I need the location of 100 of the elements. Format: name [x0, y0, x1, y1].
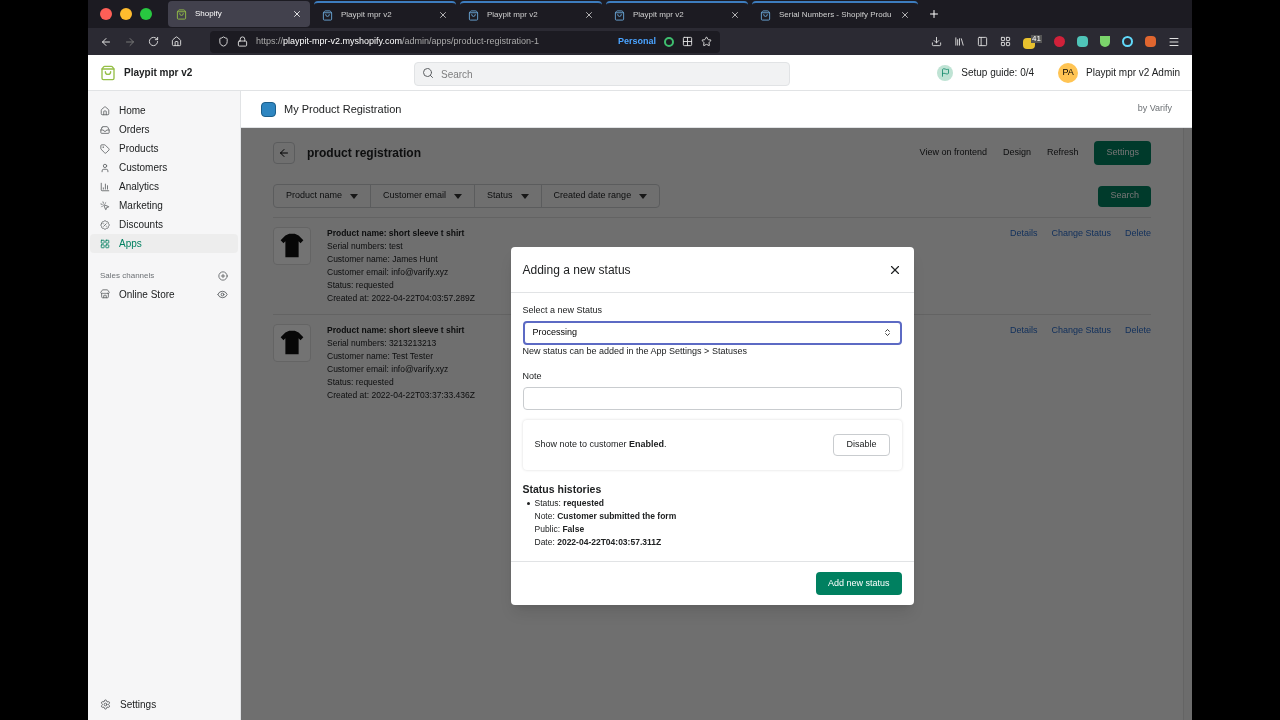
filter-dropdown[interactable]: Customer email: [371, 185, 476, 207]
select-arrows-icon: [882, 328, 892, 337]
action-link[interactable]: Design: [1002, 146, 1031, 160]
section-heading: Status histories: [522, 481, 603, 497]
action-link[interactable]: Refresh: [1046, 146, 1079, 160]
nav-item[interactable]: Orders: [90, 120, 238, 139]
shopify-bag-icon: [176, 8, 187, 20]
download-icon[interactable]: [931, 36, 943, 47]
filter-dropdown[interactable]: Status: [475, 185, 542, 207]
registration-detail: Customer name: James Hunt: [327, 253, 439, 266]
close-icon[interactable]: [292, 9, 302, 19]
caret-icon: [350, 193, 359, 199]
close-icon[interactable]: [438, 10, 448, 20]
bookmark-star-icon[interactable]: [701, 36, 712, 47]
avatar[interactable]: PA: [1058, 62, 1079, 83]
menu-icon[interactable]: [1168, 35, 1180, 48]
filter-dropdown[interactable]: Created date range: [541, 185, 660, 207]
grid-icon[interactable]: [682, 36, 693, 47]
nav-icon: [100, 200, 110, 211]
nav-item[interactable]: Discounts: [90, 215, 238, 234]
shopify-logo-icon: [100, 64, 116, 81]
eye-icon[interactable]: [217, 288, 228, 300]
nav-icon: [100, 124, 110, 135]
shopify-bag-icon: [468, 9, 479, 21]
history-detail: Status: requested: [534, 497, 605, 511]
nav-icon: [100, 219, 110, 230]
search-field[interactable]: Search: [414, 62, 790, 86]
sidebar-icon[interactable]: [977, 36, 989, 47]
caret-icon: [520, 193, 529, 199]
registration-detail: Created at: 2022-04-22T03:37:33.436Z: [327, 389, 475, 402]
store-name: Playpit mpr v2: [124, 66, 194, 80]
note-field[interactable]: [522, 386, 902, 410]
close-window-button[interactable]: [100, 8, 112, 20]
shopify-bag-icon: [322, 9, 333, 21]
registration-detail: Status: requested: [327, 376, 395, 389]
close-icon[interactable]: [730, 10, 740, 20]
url-text: https://playpit-mpr-v2.myshopify.com/admin/apps/product-registration-1: [256, 34, 539, 48]
app-logo-icon: [261, 101, 276, 117]
close-icon[interactable]: [584, 10, 594, 20]
nav-item[interactable]: Online Store: [100, 286, 175, 302]
save-icon[interactable]: [1077, 36, 1088, 47]
nav-icon: [100, 143, 110, 154]
registration-detail: Serial numbers: 3213213213: [327, 337, 438, 350]
status-select[interactable]: Processing: [522, 320, 902, 345]
close-icon[interactable]: [899, 10, 910, 20]
help-text: New status can be added in the App Settings > Statuses: [522, 344, 748, 358]
lock-icon: [237, 36, 248, 47]
page-title: product registration: [307, 145, 421, 162]
history-detail: Public: False: [534, 523, 586, 537]
account-name[interactable]: Playpit mpr v2 Admin: [1086, 65, 1180, 80]
minimize-window-button[interactable]: [120, 8, 132, 20]
extension-icon[interactable]: [1145, 36, 1156, 47]
nav-icon: [100, 105, 110, 116]
registration-detail: Customer email: info@varify.xyz: [327, 363, 450, 376]
back-icon[interactable]: [100, 35, 112, 48]
adblock-icon[interactable]: [1054, 36, 1065, 47]
browser-tab[interactable]: Shopify: [168, 1, 310, 27]
product-name: Product name: short sleeve t shirt: [327, 227, 466, 240]
settings-icon: [100, 699, 111, 710]
settings-nav-item[interactable]: Settings: [90, 697, 238, 712]
field-label: Note: [522, 370, 543, 383]
nav-item[interactable]: Analytics: [90, 177, 238, 196]
tab-title: Playpit mpr v2: [341, 9, 393, 21]
home-icon[interactable]: [171, 36, 182, 47]
nav-icon: [100, 162, 110, 173]
shield-icon: [218, 36, 229, 47]
section-heading: Sales channels: [100, 270, 155, 282]
filter-dropdown[interactable]: Product name: [274, 185, 372, 207]
disable-button[interactable]: Disable: [833, 433, 890, 456]
tshirt-thumbnail: [273, 227, 311, 265]
nav-icon: [100, 181, 110, 192]
add-icon[interactable]: [218, 271, 228, 281]
nav-item[interactable]: Customers: [90, 158, 238, 177]
action-link[interactable]: View on frontend: [919, 146, 987, 160]
nav-item[interactable]: Home: [90, 101, 238, 120]
tshirt-thumbnail: [273, 324, 311, 362]
product-name: Product name: short sleeve t shirt: [327, 324, 466, 337]
extension-badge: 41: [1031, 34, 1042, 43]
nav-item[interactable]: Products: [90, 139, 238, 158]
add-status-button[interactable]: Add new status: [815, 572, 902, 596]
store-icon: [100, 289, 110, 299]
back-arrow-icon: [278, 147, 290, 159]
history-detail: Date: 2022-04-22T04:03:57.311Z: [534, 536, 663, 550]
library-icon[interactable]: [954, 36, 966, 47]
tab-title: Playpit mpr v2: [487, 9, 539, 21]
registration-detail: Serial numbers: test: [327, 240, 404, 253]
vendor-label: by Varify: [1137, 102, 1172, 116]
address-bar[interactable]: https://playpit-mpr-v2.myshopify.com/admin/apps/product-registration-1 Personal: [210, 30, 720, 53]
new-tab-icon[interactable]: [927, 8, 940, 20]
zoom-window-button[interactable]: [140, 8, 152, 20]
nav-item[interactable]: Marketing: [90, 196, 238, 215]
registration-detail: Status: requested: [327, 279, 395, 292]
extensions-icon[interactable]: [1000, 36, 1012, 47]
shield-extension-icon[interactable]: [1100, 36, 1110, 47]
visibility-text: Show note to customer Enabled.: [534, 437, 667, 451]
setup-guide-link[interactable]: Setup guide: 0/4: [961, 65, 1035, 80]
reload-icon[interactable]: [148, 36, 159, 47]
shopify-bag-icon: [760, 9, 771, 21]
container-label: Personal: [617, 34, 656, 48]
nav-item[interactable]: Apps: [90, 234, 238, 253]
